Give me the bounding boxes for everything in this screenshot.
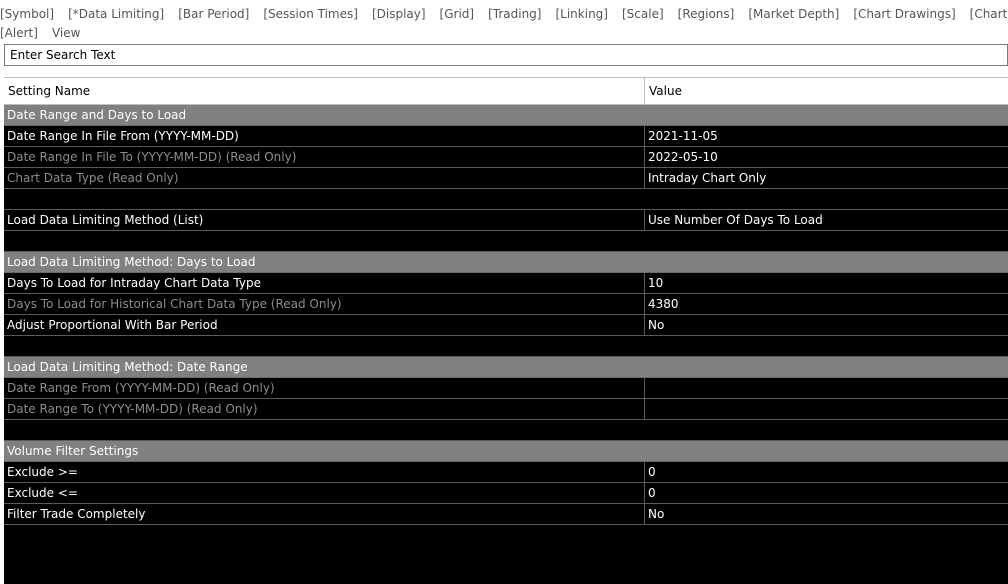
setting-row[interactable]: Days To Load for Historical Chart Data T… <box>4 294 1008 315</box>
settings-tab-bar: [Symbol] [*Data Limiting] [Bar Period] [Ses… <box>0 0 1008 42</box>
section-header-row[interactable]: Date Range and Days to Load <box>4 105 1008 126</box>
setting-value[interactable]: Use Number Of Days To Load <box>645 210 1008 230</box>
setting-name: Adjust Proportional With Bar Period <box>4 315 645 335</box>
setting-value <box>645 336 1008 356</box>
tab-linking[interactable]: [Linking] <box>555 7 608 21</box>
section-header-row[interactable]: Load Data Limiting Method: Days to Load <box>4 252 1008 273</box>
grid-body: Date Range and Days to Load Date Range In… <box>4 105 1008 525</box>
setting-value: 2022-05-10 <box>648 150 718 164</box>
setting-value[interactable]: 10 <box>645 273 1008 293</box>
setting-row[interactable]: Days To Load for Intraday Chart Data Typ… <box>4 273 1008 294</box>
setting-name <box>4 231 645 251</box>
setting-row[interactable]: Adjust Proportional With Bar Period No <box>4 315 1008 336</box>
setting-row[interactable]: Date Range In File From (YYYY-MM-DD) 2021… <box>4 126 1008 147</box>
blank-row <box>4 231 1008 252</box>
setting-value[interactable]: No <box>645 504 1008 524</box>
tab-data-limiting[interactable]: [*Data Limiting] <box>68 7 164 21</box>
blank-row <box>4 420 1008 441</box>
setting-row[interactable]: Exclude <= 0 <box>4 483 1008 504</box>
setting-name: Date Range In File From (YYYY-MM-DD) <box>4 126 645 146</box>
setting-value <box>645 189 1008 209</box>
setting-name: Filter Trade Completely <box>4 504 645 524</box>
setting-value <box>645 399 1008 419</box>
setting-row[interactable]: Load Data Limiting Method (List) Use Numb… <box>4 210 1008 231</box>
setting-value[interactable]: 0 <box>645 462 1008 482</box>
section-title: Load Data Limiting Method: Days to Load <box>7 255 256 269</box>
search-input[interactable] <box>5 45 1007 65</box>
section-header-row[interactable]: Load Data Limiting Method: Date Range <box>4 357 1008 378</box>
column-header-value[interactable]: Value <box>645 78 1008 104</box>
tab-trading[interactable]: [Trading] <box>488 7 541 21</box>
setting-name: Days To Load for Intraday Chart Data Typ… <box>4 273 645 293</box>
tab-alert[interactable]: [Alert] <box>0 26 38 40</box>
setting-row[interactable]: Filter Trade Completely No <box>4 504 1008 525</box>
setting-row[interactable]: Date Range From (YYYY-MM-DD) (Read Only) <box>4 378 1008 399</box>
section-title: Load Data Limiting Method: Date Range <box>7 360 248 374</box>
tab-symbol[interactable]: [Symbol] <box>0 7 54 21</box>
tab-row-1: [Symbol] [*Data Limiting] [Bar Period] [Ses… <box>0 7 1008 21</box>
tab-grid[interactable]: [Grid] <box>440 7 475 21</box>
setting-value: Intraday Chart Only <box>648 171 767 185</box>
setting-value[interactable]: No <box>645 315 1008 335</box>
tab-scale[interactable]: [Scale] <box>622 7 664 21</box>
section-header-row[interactable]: Volume Filter Settings <box>4 441 1008 462</box>
setting-value <box>645 420 1008 440</box>
setting-value[interactable]: 2021-11-05 <box>645 126 1008 146</box>
section-title: Date Range and Days to Load <box>7 108 187 122</box>
setting-value <box>645 378 1008 398</box>
tab-regions[interactable]: [Regions] <box>678 7 735 21</box>
setting-value[interactable]: 0 <box>645 483 1008 503</box>
tab-chart-data[interactable]: [Chart Data] <box>970 7 1008 21</box>
setting-name <box>4 420 645 440</box>
setting-name: Date Range To (YYYY-MM-DD) (Read Only) <box>4 399 645 419</box>
setting-row[interactable]: Exclude >= 0 <box>4 462 1008 483</box>
tab-chart-drawings[interactable]: [Chart Drawings] <box>853 7 955 21</box>
setting-row[interactable]: Date Range To (YYYY-MM-DD) (Read Only) <box>4 399 1008 420</box>
tab-view[interactable]: View <box>52 26 80 40</box>
setting-value: 4380 <box>648 297 679 311</box>
setting-name: Chart Data Type (Read Only) <box>4 168 645 188</box>
setting-name: Exclude >= <box>4 462 645 482</box>
setting-name <box>4 336 645 356</box>
setting-row[interactable]: Date Range In File To (YYYY-MM-DD) (Read… <box>4 147 1008 168</box>
blank-row <box>4 336 1008 357</box>
section-title: Volume Filter Settings <box>7 444 139 458</box>
setting-name: Load Data Limiting Method (List) <box>4 210 645 230</box>
column-header-setting-name[interactable]: Setting Name <box>4 78 645 104</box>
tab-display[interactable]: [Display] <box>372 7 426 21</box>
tab-row-2: [Alert] View <box>0 26 94 40</box>
setting-name: Date Range In File To (YYYY-MM-DD) (Read… <box>4 147 645 167</box>
setting-name: Exclude <= <box>4 483 645 503</box>
grid-header: Setting Name Value <box>4 77 1008 105</box>
setting-name: Date Range From (YYYY-MM-DD) (Read Only) <box>4 378 645 398</box>
settings-grid: Setting Name Value Date Range and Days t… <box>4 77 1008 584</box>
tab-market-depth[interactable]: [Market Depth] <box>748 7 839 21</box>
tab-bar-period[interactable]: [Bar Period] <box>178 7 249 21</box>
blank-row <box>4 189 1008 210</box>
setting-name: Days To Load for Historical Chart Data T… <box>4 294 645 314</box>
setting-row[interactable]: Chart Data Type (Read Only) Intraday Char… <box>4 168 1008 189</box>
setting-value <box>645 231 1008 251</box>
tab-session-times[interactable]: [Session Times] <box>263 7 358 21</box>
search-box <box>4 44 1008 66</box>
setting-name <box>4 189 645 209</box>
